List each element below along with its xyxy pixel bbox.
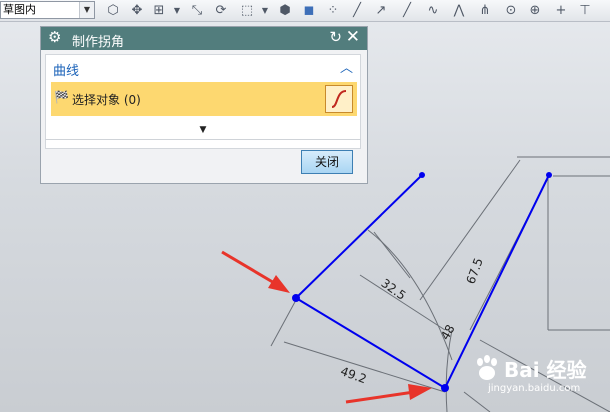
sketch-line-2 bbox=[295, 297, 446, 389]
close-button[interactable]: 关闭 bbox=[301, 150, 353, 174]
expand-more-toggle[interactable]: ▼ bbox=[45, 125, 361, 140]
watermark: Bai 经验 jingyan.baidu.com bbox=[468, 350, 598, 400]
endpoint-right bbox=[546, 172, 552, 178]
watermark-brand: Bai 经验 bbox=[504, 358, 587, 382]
chevron-down-icon[interactable]: ▼ bbox=[200, 125, 207, 135]
dimension-text-2[interactable]: 67.5 bbox=[464, 256, 486, 286]
curve-select-button[interactable] bbox=[325, 85, 353, 113]
dialog-title: 制作拐角 bbox=[72, 35, 125, 50]
annotation-arrow-upper bbox=[221, 250, 290, 293]
corner-point-left bbox=[292, 294, 300, 302]
endpoint-top bbox=[419, 172, 425, 178]
annotation-arrow-lower bbox=[345, 384, 432, 404]
dimension-text-1[interactable]: 32.5 bbox=[379, 276, 409, 303]
select-object-row[interactable]: 🏁 选择对象 (0) bbox=[51, 82, 357, 116]
sketch-line-1 bbox=[295, 174, 423, 299]
select-object-label: 选择对象 (0) bbox=[72, 93, 141, 107]
watermark-url: jingyan.baidu.com bbox=[488, 383, 581, 394]
make-corner-dialog: ⚙ 制作拐角 ↻ ✕ 曲线 ︿ 🏁 选择对象 (0) ▼ 关闭 bbox=[40, 26, 368, 184]
gear-icon[interactable]: ⚙ bbox=[48, 28, 61, 46]
paw-logo-icon bbox=[477, 355, 497, 380]
dialog-title-bar[interactable]: ⚙ 制作拐角 ↻ ✕ bbox=[41, 27, 367, 50]
close-icon[interactable]: ✕ bbox=[346, 27, 360, 47]
reset-icon[interactable]: ↻ bbox=[329, 28, 342, 46]
checkered-flag-icon: 🏁 bbox=[54, 90, 69, 104]
dimension-text-3[interactable]: 49.2 bbox=[339, 364, 369, 386]
chevron-up-icon[interactable]: ︿ bbox=[340, 57, 353, 76]
corner-point-bottom bbox=[441, 384, 449, 392]
dimension-text-4[interactable]: 48 bbox=[438, 322, 458, 342]
section-title[interactable]: 曲线 bbox=[53, 60, 79, 79]
curve-icon bbox=[331, 90, 347, 108]
